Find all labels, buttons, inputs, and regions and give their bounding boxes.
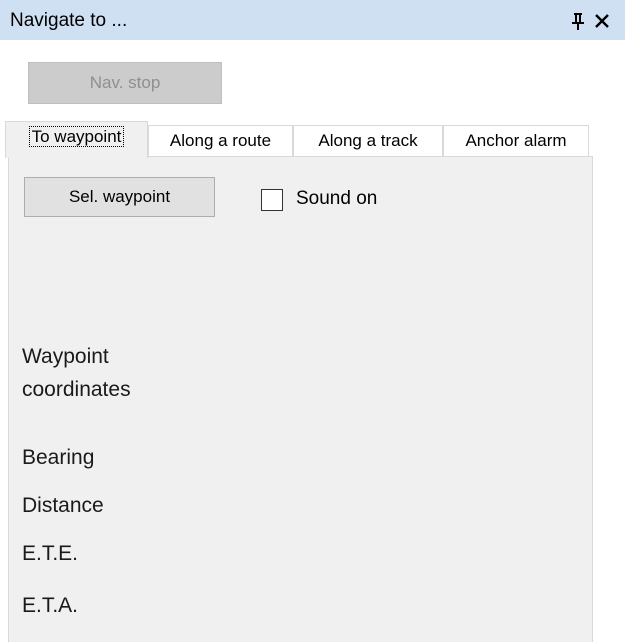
tab-along-a-route[interactable]: Along a route xyxy=(148,125,293,156)
tab-along-a-track[interactable]: Along a track xyxy=(293,125,443,156)
bearing-label: Bearing xyxy=(22,446,95,469)
close-icon[interactable] xyxy=(594,13,610,29)
tab-to-waypoint[interactable]: To waypoint xyxy=(5,121,148,158)
tab-label: Anchor alarm xyxy=(465,131,567,150)
title-bar[interactable]: Navigate to ... xyxy=(0,0,625,40)
tab-label: Along a route xyxy=(169,131,272,150)
tab-label: Along a track xyxy=(318,131,418,150)
pin-icon[interactable] xyxy=(570,12,586,30)
tab-strip: To waypoint Along a route Along a track … xyxy=(0,121,625,158)
sel-waypoint-button[interactable]: Sel. waypoint xyxy=(24,177,215,217)
tab-anchor-alarm[interactable]: Anchor alarm xyxy=(443,125,589,156)
nav-stop-button[interactable]: Nav. stop xyxy=(28,62,222,104)
sound-on-checkbox[interactable] xyxy=(261,189,283,211)
sound-on-label: Sound on xyxy=(296,188,378,209)
window-title: Navigate to ... xyxy=(10,10,128,31)
ete-label: E.T.E. xyxy=(22,542,79,565)
waypoint-coordinates-label-line1: Waypoint xyxy=(22,345,109,368)
tab-label: To waypoint xyxy=(28,126,125,147)
eta-label: E.T.A. xyxy=(22,594,79,617)
waypoint-coordinates-label-line2: coordinates xyxy=(22,378,131,401)
distance-label: Distance xyxy=(22,494,104,517)
navigate-to-panel: Navigate to ... Nav. stop To waypoint Al… xyxy=(0,0,625,642)
